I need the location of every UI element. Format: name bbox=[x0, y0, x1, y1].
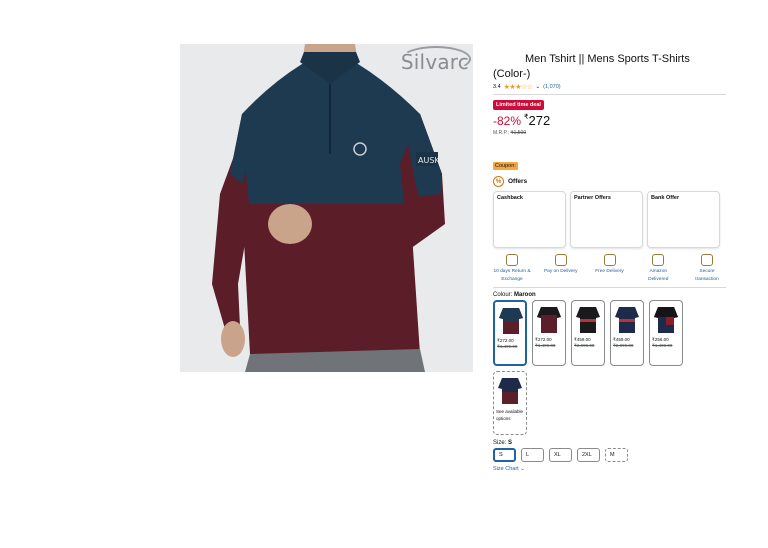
price-amount: 272 bbox=[528, 113, 551, 128]
feature-return[interactable]: 10 days Return & Exchange bbox=[493, 254, 531, 284]
swatch-mrp: ₹2,999.00 bbox=[613, 343, 634, 348]
rating-count-link[interactable]: (1,070) bbox=[543, 84, 560, 90]
feature-secure[interactable]: Secure transaction bbox=[688, 254, 726, 284]
more-options-swatch[interactable]: See available options bbox=[493, 371, 527, 435]
rating-row: 3.4 ★★★☆☆ ⌄ (1,070) bbox=[493, 83, 726, 91]
divider bbox=[493, 287, 726, 288]
chevron-down-icon: ⌄ bbox=[520, 466, 525, 472]
swatch-mrp: ₹2,999.00 bbox=[574, 343, 595, 348]
size-label-text: Size: bbox=[493, 440, 507, 446]
feature-label: Amazon Delivered bbox=[648, 269, 669, 282]
mrp-value: ₹1,500 bbox=[510, 130, 527, 136]
product-title: Men Tshirt || Mens Sports T-Shirts (Colo… bbox=[493, 53, 690, 80]
price-row: -82% ₹272 bbox=[493, 113, 726, 128]
feature-label: 10 days Return & Exchange bbox=[493, 269, 531, 282]
chevron-down-icon[interactable]: ⌄ bbox=[536, 84, 541, 90]
swatch-thumb bbox=[498, 378, 522, 404]
offer-cards: Cashback Partner Offers Bank Offer bbox=[493, 191, 726, 248]
feature-label: Secure transaction bbox=[695, 269, 719, 282]
brand-logo: Silvarc bbox=[400, 50, 469, 74]
offer-percent-icon: % bbox=[493, 176, 504, 187]
size-option-s[interactable]: S bbox=[493, 448, 516, 462]
colour-label: Colour: Maroon bbox=[493, 292, 726, 298]
feature-amazon-delivered[interactable]: Amazon Delivered bbox=[639, 254, 677, 284]
offer-card-cashback[interactable]: Cashback bbox=[493, 191, 566, 248]
offer-card-title: Cashback bbox=[497, 195, 523, 201]
size-selected: S bbox=[508, 440, 513, 446]
colour-label-text: Colour: bbox=[493, 292, 513, 298]
coupon-badge: Coupon: bbox=[493, 162, 518, 170]
size-options: S L XL 2XL M bbox=[493, 448, 726, 462]
shirt-illustration: AUSK bbox=[180, 44, 473, 372]
truck-icon bbox=[603, 254, 616, 266]
size-option-m[interactable]: M bbox=[605, 448, 628, 462]
see-options-text: See available options bbox=[496, 409, 524, 421]
offers-header: % Offers bbox=[493, 176, 726, 187]
cash-icon bbox=[554, 254, 567, 266]
discount-percent: -82% bbox=[493, 114, 522, 128]
product-details: Men Tshirt || Mens Sports T-Shirts (Colo… bbox=[493, 52, 726, 472]
feature-pay-on-delivery[interactable]: Pay on Delivery bbox=[542, 254, 580, 284]
swatch-thumb bbox=[576, 307, 600, 333]
feature-free-delivery[interactable]: Free Delivery bbox=[591, 254, 629, 284]
swatch-thumb bbox=[654, 307, 678, 333]
size-option-2xl[interactable]: 2XL bbox=[577, 448, 600, 462]
offer-card-partner[interactable]: Partner Offers bbox=[570, 191, 643, 248]
size-label: Size: S bbox=[493, 440, 726, 446]
swatch-mrp: ₹1,499.00 bbox=[535, 343, 556, 348]
colour-swatches: ₹272.00 ₹1,499.00 ₹272.00 ₹1,499.00 ₹459… bbox=[493, 300, 693, 435]
feature-icons-row: 10 days Return & Exchange Pay on Deliver… bbox=[493, 254, 726, 284]
offer-card-bank[interactable]: Bank Offer bbox=[647, 191, 720, 248]
delivery-van-icon bbox=[652, 254, 665, 266]
swatch-thumb bbox=[615, 307, 639, 333]
feature-label: Free Delivery bbox=[595, 269, 624, 274]
offer-card-title: Bank Offer bbox=[651, 195, 680, 201]
svg-text:AUSK: AUSK bbox=[418, 156, 440, 165]
rating-value: 3.4 bbox=[493, 84, 501, 90]
offer-card-title: Partner Offers bbox=[574, 195, 611, 201]
return-box-icon bbox=[506, 254, 518, 266]
mrp-label: M.R.P.: bbox=[493, 130, 510, 136]
colour-swatch[interactable]: ₹272.00 ₹1,499.00 bbox=[532, 300, 566, 366]
swatch-thumb bbox=[499, 308, 523, 334]
deal-badge: Limited time deal bbox=[493, 100, 544, 110]
size-chart-text: Size Chart bbox=[493, 466, 519, 472]
size-option-xl[interactable]: XL bbox=[549, 448, 572, 462]
colour-swatch[interactable]: ₹459.00 ₹2,999.00 bbox=[610, 300, 644, 366]
swatch-mrp: ₹1,499.00 bbox=[497, 344, 518, 349]
divider bbox=[493, 94, 726, 95]
swatch-thumb bbox=[537, 307, 561, 333]
mrp-row: M.R.P.: ₹1,500 bbox=[493, 130, 726, 136]
swatch-mrp: ₹1,499.00 bbox=[652, 343, 673, 348]
star-rating-icon[interactable]: ★★★☆☆ bbox=[504, 83, 533, 91]
product-image[interactable]: AUSK Silvarc bbox=[180, 44, 473, 372]
colour-swatch[interactable]: ₹272.00 ₹1,499.00 bbox=[493, 300, 527, 366]
colour-swatch[interactable]: ₹256.00 ₹1,499.00 bbox=[649, 300, 683, 366]
feature-label: Pay on Delivery bbox=[543, 269, 578, 274]
colour-selected: Maroon bbox=[514, 292, 536, 298]
size-chart-link[interactable]: Size Chart ⌄ bbox=[493, 466, 726, 472]
lock-icon bbox=[701, 254, 713, 266]
size-option-l[interactable]: L bbox=[521, 448, 544, 462]
colour-swatch[interactable]: ₹459.00 ₹2,999.00 bbox=[571, 300, 605, 366]
offers-label: Offers bbox=[508, 178, 528, 185]
